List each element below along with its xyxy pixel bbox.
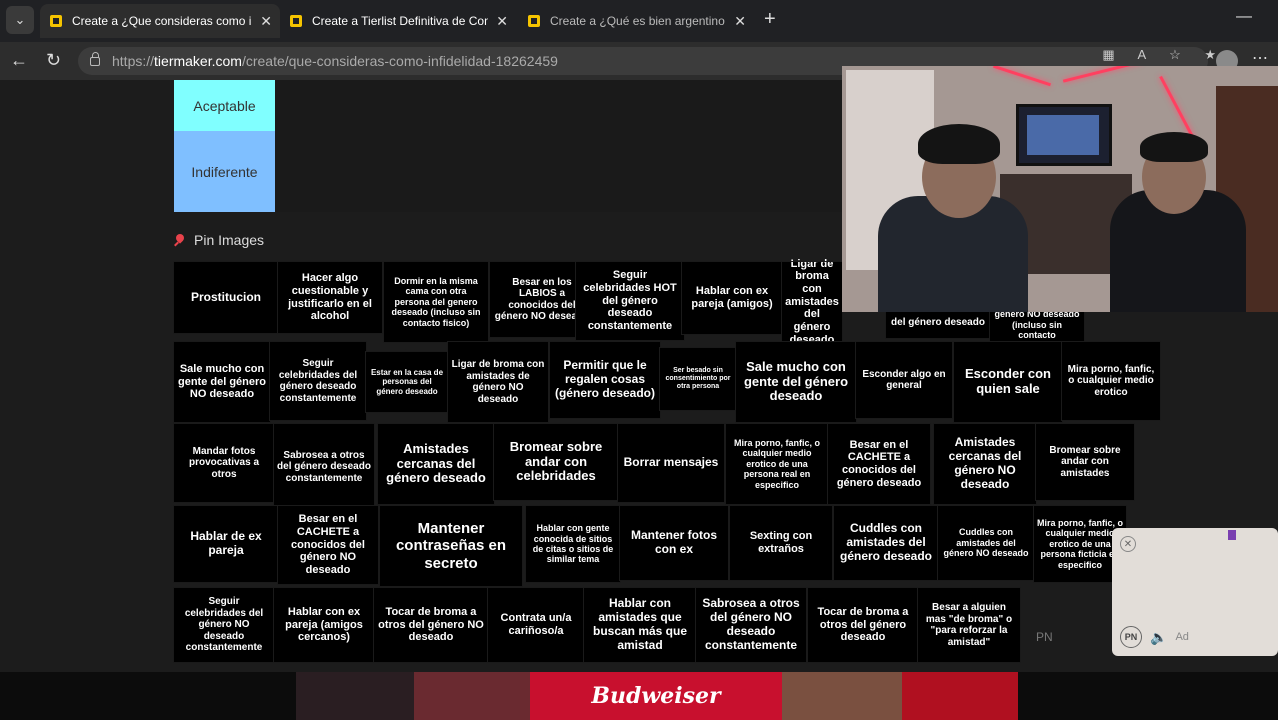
tier-item[interactable]: Amistades cercanas del género deseado: [377, 423, 495, 505]
read-aloud-favorites-icons[interactable]: ▦ A ☆ ★: [1102, 47, 1226, 63]
tab-bien-argentino[interactable]: Create a ¿Qué es bien argentino y qué no…: [518, 4, 754, 38]
ad-image-strip[interactable]: Budweiser: [296, 672, 1018, 720]
tier-item[interactable]: Hacer algo cuestionable y justificarlo e…: [277, 261, 383, 334]
close-icon[interactable]: ✕: [734, 13, 746, 30]
webcam-overlay: [842, 66, 1278, 312]
tab-title: Create a ¿Qué es bien argentino y qué no…: [550, 14, 726, 28]
tier-item[interactable]: Mira porno, fanfic, o cualquier medio er…: [725, 423, 829, 505]
tier-item[interactable]: Besar en el CACHETE a conocidos del géne…: [827, 423, 931, 505]
menu-ellipsis-icon[interactable]: ⋯: [1252, 48, 1268, 68]
tier-item[interactable]: Borrar mensajes: [617, 423, 725, 503]
ad-banner[interactable]: Budweiser: [0, 672, 1278, 720]
pin-images-label: Pin Images: [194, 232, 265, 248]
tab-title: Create a ¿Que consideras como infidelida…: [72, 14, 252, 28]
tier-item[interactable]: género NO deseado (incluso sin contacto: [989, 307, 1085, 343]
ad-photo: [902, 672, 1018, 720]
tier-item[interactable]: Seguir celebridades del género deseado c…: [269, 341, 367, 421]
tier-item[interactable]: Hablar con ex pareja (amigos cercanos): [273, 587, 375, 663]
pn-badge[interactable]: PN: [1120, 626, 1142, 648]
minimize-icon[interactable]: —: [1236, 8, 1252, 26]
tier-item[interactable]: Cuddles con amistades del género deseado: [833, 505, 939, 581]
tab-infidelidad[interactable]: Create a ¿Que consideras como infidelida…: [40, 4, 280, 38]
tier-item[interactable]: Prostitucion: [173, 261, 279, 334]
ad-label: Ad: [1175, 631, 1189, 643]
tier-item[interactable]: Ser besado sin consentimiento por otra p…: [659, 347, 737, 411]
tier-item[interactable]: Esconder con quien sale: [953, 341, 1063, 423]
tier-item[interactable]: Tocar de broma a otros del género NO des…: [373, 587, 489, 663]
ad-photo: [782, 672, 902, 720]
tier-item[interactable]: Seguir celebridades del género NO desead…: [173, 587, 275, 663]
tier-item[interactable]: Dormir en la misma cama con otra persona…: [383, 261, 489, 343]
tier-item[interactable]: Hablar con ex pareja (amigos): [681, 261, 783, 335]
tiermaker-favicon-icon: [528, 15, 540, 27]
tier-item[interactable]: Besar en el CACHETE a conocidos del géne…: [277, 505, 379, 585]
pip-video-ad[interactable]: ✕ PN 🔈 Ad: [1112, 528, 1278, 656]
url-text: https://tiermaker.com/create/que-conside…: [112, 53, 558, 69]
tier-item[interactable]: Cuddles con amistades del género NO dese…: [937, 505, 1035, 581]
tab-bar: ⌄ Create a ¿Que consideras como infideli…: [0, 0, 1278, 42]
pip-marker: [1228, 530, 1236, 540]
television: [1016, 104, 1112, 166]
tier-item[interactable]: Hablar con amistades que buscan más que …: [583, 587, 697, 663]
pip-controls: PN 🔈 Ad: [1120, 626, 1189, 648]
tier-item[interactable]: Sabrosea a otros del género deseado cons…: [273, 423, 375, 511]
tier-item[interactable]: Sexting con extraños: [729, 505, 833, 581]
tier-item[interactable]: Sale mucho con gente del género deseado: [735, 341, 857, 423]
close-icon[interactable]: ✕: [260, 13, 272, 30]
new-tab-plus-icon[interactable]: +: [764, 8, 776, 31]
back-arrow-icon[interactable]: ←: [10, 50, 28, 71]
budweiser-logo: Budweiser: [530, 672, 782, 720]
tier-label-aceptable[interactable]: Aceptable: [174, 80, 275, 131]
image-pool: Prostitucion Hacer algo cuestionable y j…: [173, 258, 1161, 663]
lock-icon: [90, 51, 100, 66]
reload-icon[interactable]: ↻: [46, 50, 61, 71]
tier-item[interactable]: Ligar de broma con amistades del género …: [781, 258, 843, 346]
tier-item[interactable]: Permitir que le regalen cosas (género de…: [549, 341, 661, 419]
tier-item[interactable]: Estar en la casa de personas del género …: [365, 351, 449, 413]
tier-item[interactable]: Hablar con gente conocida de sitios de c…: [525, 505, 621, 583]
pin-images-toggle[interactable]: Pin Images: [174, 232, 264, 248]
tier-item[interactable]: Mandar fotos provocativas a otros: [173, 423, 275, 503]
close-icon[interactable]: ✕: [496, 13, 508, 30]
tier-item[interactable]: Seguir celebridades HOT del género desea…: [575, 261, 685, 341]
close-icon[interactable]: ✕: [1120, 536, 1136, 552]
tier-item[interactable]: Mantener contraseñas en secreto: [379, 505, 523, 587]
tier-label-indiferente[interactable]: Indiferente: [174, 131, 275, 212]
tab-title: Create a Tierlist Definitiva de Comida: [312, 14, 488, 28]
tier-item[interactable]: del género deseado: [885, 307, 991, 339]
tier-item[interactable]: Mantener fotos con ex: [619, 505, 729, 581]
person-left-hair: [918, 124, 1000, 164]
tier-item[interactable]: Hablar de ex pareja: [173, 505, 279, 583]
tier-item[interactable]: Bromear sobre andar con celebridades: [493, 423, 619, 501]
tier-item[interactable]: Bromear sobre andar con amistades: [1035, 423, 1135, 501]
tier-item[interactable]: Tocar de broma a otros del género desead…: [807, 587, 919, 663]
speaker-icon[interactable]: 🔈: [1150, 629, 1167, 646]
tier-item[interactable]: Sabrosea a otros del género NO deseado c…: [695, 587, 807, 663]
tab-tierlist-comida[interactable]: Create a Tierlist Definitiva de Comida ✕: [280, 4, 516, 38]
pushpin-icon: [174, 234, 186, 246]
tier-item[interactable]: Contrata un/a cariñoso/a: [487, 587, 585, 663]
tier-item[interactable]: Ligar de broma con amistades de género N…: [447, 341, 549, 423]
person-right-hair: [1140, 132, 1208, 162]
tier-item[interactable]: Amistades cercanas del género NO deseado: [933, 423, 1037, 505]
tier-item[interactable]: Esconder algo en general: [855, 341, 953, 419]
tv-screen: [1027, 115, 1099, 155]
ad-photo: [296, 672, 414, 720]
tiermaker-favicon-icon: [290, 15, 302, 27]
tab-list-chevron-down-icon[interactable]: ⌄: [6, 6, 34, 34]
tier-item[interactable]: Besar a alguien mas "de broma" o "para r…: [917, 587, 1021, 663]
tier-item[interactable]: Sale mucho con gente del género NO desea…: [173, 341, 271, 423]
footer-badge: PN: [1036, 630, 1053, 644]
ad-photo: [414, 672, 530, 720]
tier-item[interactable]: Mira porno, fanfic, o cualquier medio er…: [1061, 341, 1161, 421]
tiermaker-favicon-icon: [50, 15, 62, 27]
